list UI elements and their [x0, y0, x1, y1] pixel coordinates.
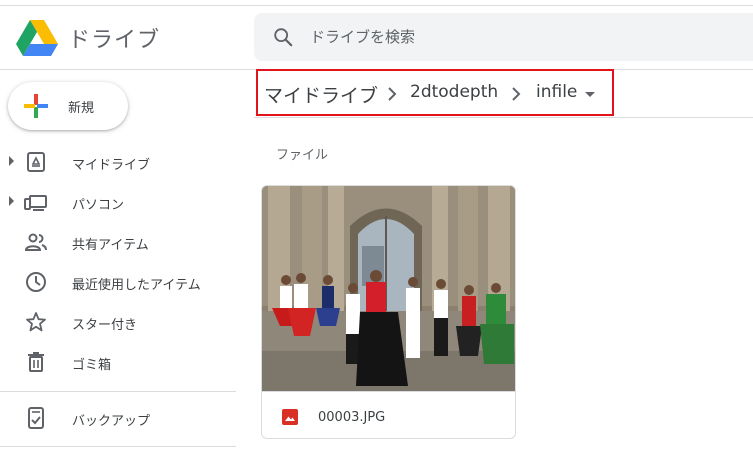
chevron-right-icon	[388, 87, 397, 101]
my-drive-icon	[27, 152, 45, 172]
expand-caret-icon[interactable]	[9, 156, 14, 166]
sidebar-item-label: マイドライブ	[72, 158, 151, 173]
sidebar-item-shared[interactable]: 共有アイテム	[0, 224, 236, 260]
sidebar-item-starred[interactable]: スター付き	[0, 304, 236, 340]
sidebar-item-label: パソコン	[72, 198, 125, 213]
file-card[interactable]: 00003.JPG	[261, 185, 516, 439]
breadcrumb-item-folder[interactable]: 2dtodepth	[410, 82, 498, 102]
content-divider	[254, 117, 753, 118]
clock-icon	[26, 272, 46, 292]
breadcrumb-item-root[interactable]: マイドライブ	[264, 81, 378, 108]
sidebar-item-my-drive[interactable]: マイドライブ	[0, 144, 236, 180]
computers-icon	[24, 195, 47, 211]
search-input[interactable]	[310, 23, 730, 51]
sidebar-item-recent[interactable]: 最近使用したアイテム	[0, 264, 236, 300]
file-card-footer[interactable]: 00003.JPG	[262, 391, 515, 438]
new-button-label: 新規	[68, 101, 95, 116]
new-button[interactable]: 新規	[8, 82, 128, 130]
sidebar-item-label: 共有アイテム	[72, 238, 149, 253]
sidebar-item-label: 最近使用したアイテム	[72, 278, 201, 293]
file-thumbnail[interactable]	[262, 186, 515, 391]
shared-people-icon	[24, 233, 47, 251]
search-bar[interactable]	[254, 13, 753, 61]
sidebar-divider	[0, 391, 236, 392]
sidebar-item-computers[interactable]: パソコン	[0, 184, 236, 220]
trash-icon	[28, 352, 44, 372]
star-icon	[26, 312, 46, 332]
backup-icon	[28, 407, 44, 429]
expand-caret-icon[interactable]	[9, 196, 14, 206]
sidebar-item-label: スター付き	[72, 318, 138, 333]
sidebar-item-label: ゴミ箱	[72, 358, 112, 373]
top-border	[0, 0, 753, 6]
image-file-icon	[282, 409, 298, 425]
search-icon[interactable]	[272, 26, 294, 48]
files-section-label: ファイル	[276, 148, 329, 163]
sidebar-item-backup[interactable]: バックアップ	[0, 400, 236, 436]
sidebar-divider	[0, 446, 236, 447]
sidebar-item-trash[interactable]: ゴミ箱	[0, 344, 236, 380]
folder-dropdown-icon[interactable]	[585, 92, 595, 97]
plus-icon	[24, 94, 48, 118]
sidebar-item-label: バックアップ	[72, 414, 151, 429]
drive-logo-icon[interactable]	[16, 18, 58, 56]
breadcrumb-item-current[interactable]: infile	[536, 82, 577, 102]
chevron-right-icon	[512, 87, 521, 101]
app-title[interactable]: ドライブ	[68, 22, 160, 54]
file-name: 00003.JPG	[318, 410, 386, 425]
